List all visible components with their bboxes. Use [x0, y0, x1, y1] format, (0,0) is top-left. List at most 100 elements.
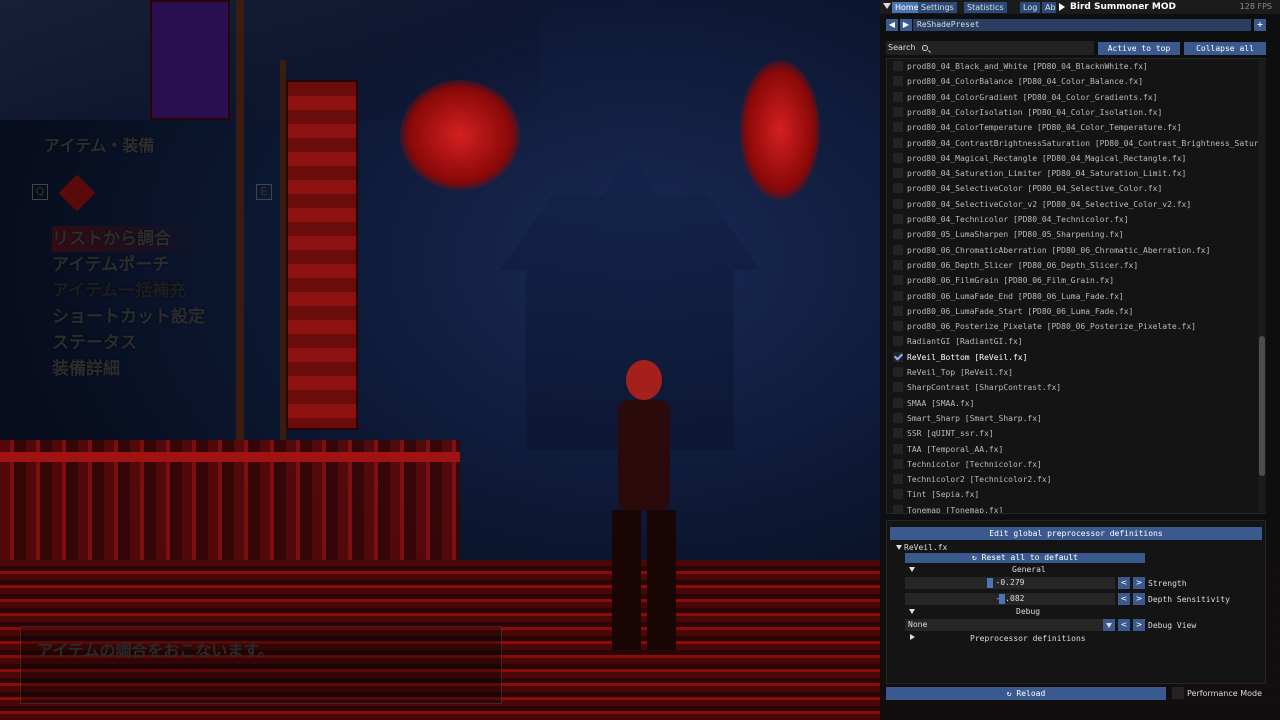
effect-row[interactable]: Technicolor2 [Technicolor2.fx]: [887, 472, 1259, 487]
effect-row[interactable]: prod80_04_ColorGradient [PD80_04_Color_G…: [887, 90, 1259, 105]
debug-view-prev-button[interactable]: <: [1118, 619, 1130, 631]
effect-row[interactable]: prod80_06_Posterize_Pixelate [PD80_06_Po…: [887, 319, 1259, 334]
checkbox[interactable]: [893, 229, 903, 240]
tab-log[interactable]: Log: [1020, 2, 1041, 13]
expand-triangle-icon[interactable]: [909, 567, 915, 572]
reset-all-button[interactable]: ↻ Reset all to default: [905, 553, 1145, 563]
category-general[interactable]: General: [1012, 565, 1046, 574]
effect-name-header[interactable]: ReVeil.fx: [904, 543, 947, 552]
game-menu-item[interactable]: リストから調合: [52, 226, 205, 252]
checkbox[interactable]: [893, 122, 903, 133]
checkbox[interactable]: [893, 198, 903, 209]
checkbox[interactable]: [893, 397, 903, 408]
effect-row[interactable]: prod80_04_SelectiveColor_v2 [PD80_04_Sel…: [887, 197, 1259, 212]
checkbox[interactable]: [893, 168, 903, 179]
checkbox[interactable]: [893, 152, 903, 163]
category-debug[interactable]: Debug: [1016, 607, 1040, 616]
effect-row[interactable]: RadiantGI [RadiantGI.fx]: [887, 334, 1259, 349]
add-preset-button[interactable]: +: [1254, 19, 1266, 31]
preset-selector[interactable]: ReShadePreset: [913, 19, 1251, 31]
effect-row[interactable]: prod80_04_ColorBalance [PD80_04_Color_Ba…: [887, 74, 1259, 89]
depth-increase-button[interactable]: >: [1133, 593, 1145, 605]
checkbox[interactable]: [893, 259, 903, 270]
checkbox[interactable]: [893, 275, 903, 286]
performance-mode-checkbox[interactable]: [1172, 687, 1184, 699]
effect-row[interactable]: prod80_06_LumaFade_Start [PD80_06_Luma_F…: [887, 304, 1259, 319]
checkbox[interactable]: [893, 443, 903, 454]
expand-triangle-icon[interactable]: [896, 545, 902, 550]
depth-decrease-button[interactable]: <: [1118, 593, 1130, 605]
effect-row[interactable]: prod80_04_ColorIsolation [PD80_04_Color_…: [887, 105, 1259, 120]
effect-row[interactable]: ReVeil_Bottom [ReVeil.fx]: [887, 350, 1259, 365]
checkbox[interactable]: [893, 214, 903, 224]
key-e-icon[interactable]: E: [256, 184, 272, 200]
effect-row[interactable]: SSR [qUINT_ssr.fx]: [887, 426, 1259, 441]
collapse-triangle-icon[interactable]: [883, 3, 891, 9]
checkbox[interactable]: [893, 91, 903, 102]
tab-about[interactable]: About: [1042, 2, 1056, 13]
checkbox[interactable]: [893, 244, 903, 255]
game-menu-item[interactable]: 装備詳細: [52, 356, 205, 382]
debug-view-dropdown-button[interactable]: [1103, 619, 1115, 631]
item-pouch-icon[interactable]: [58, 174, 96, 212]
checkbox[interactable]: [893, 489, 903, 500]
checkbox[interactable]: [893, 305, 903, 316]
checkbox[interactable]: [893, 504, 903, 513]
effect-row[interactable]: prod80_06_LumaFade_End [PD80_06_Luma_Fad…: [887, 289, 1259, 304]
mod-window-title[interactable]: Bird Summoner MOD: [1056, 0, 1180, 14]
active-to-top-button[interactable]: Active to top: [1098, 42, 1180, 55]
next-preset-button[interactable]: ▶: [900, 19, 912, 31]
checkbox[interactable]: [893, 290, 903, 301]
effect-row[interactable]: ReVeil_Top [ReVeil.fx]: [887, 365, 1259, 380]
slider-grab[interactable]: [998, 594, 1005, 604]
effect-row[interactable]: SMAA [SMAA.fx]: [887, 396, 1259, 411]
checkbox[interactable]: [893, 382, 903, 393]
preprocessor-definitions-header[interactable]: Preprocessor definitions: [970, 634, 1086, 643]
debug-view-select[interactable]: None: [905, 619, 1115, 631]
effect-row[interactable]: TAA [Temporal_AA.fx]: [887, 442, 1259, 457]
tab-settings[interactable]: Settings: [918, 2, 957, 13]
checkbox[interactable]: [893, 474, 903, 485]
slider-grab[interactable]: [986, 578, 993, 588]
effect-row[interactable]: prod80_05_LumaSharpen [PD80_05_Sharpenin…: [887, 227, 1259, 242]
strength-slider[interactable]: -0.279: [905, 577, 1115, 589]
checkbox[interactable]: [893, 321, 903, 332]
effect-row[interactable]: Tonemap [Tonemap.fx]: [887, 503, 1259, 513]
checkbox[interactable]: [893, 458, 903, 469]
effect-row[interactable]: prod80_04_ColorTemperature [PD80_04_Colo…: [887, 120, 1259, 135]
strength-increase-button[interactable]: >: [1133, 577, 1145, 589]
strength-decrease-button[interactable]: <: [1118, 577, 1130, 589]
effect-row[interactable]: Smart_Sharp [Smart_Sharp.fx]: [887, 411, 1259, 426]
effect-row[interactable]: prod80_04_Saturation_Limiter [PD80_04_Sa…: [887, 166, 1259, 181]
game-menu-item[interactable]: アイテムポーチ: [52, 252, 205, 278]
checkbox[interactable]: [893, 367, 903, 377]
scrollbar-thumb[interactable]: [1259, 336, 1265, 476]
effect-row[interactable]: prod80_04_Magical_Rectangle [PD80_04_Mag…: [887, 151, 1259, 166]
effect-row[interactable]: prod80_04_ContrastBrightnessSaturation […: [887, 136, 1265, 151]
expand-triangle-icon[interactable]: [909, 609, 915, 614]
key-q-icon[interactable]: Q: [32, 184, 48, 200]
checkbox-checked-icon[interactable]: [893, 351, 903, 362]
checkbox[interactable]: [893, 61, 903, 71]
tab-statistics[interactable]: Statistics: [964, 2, 1007, 13]
effect-row[interactable]: prod80_06_FilmGrain [PD80_06_Film_Grain.…: [887, 273, 1259, 288]
search-input[interactable]: [886, 41, 1094, 55]
debug-view-next-button[interactable]: >: [1133, 619, 1145, 631]
reload-button[interactable]: ↻ Reload: [886, 687, 1166, 700]
checkbox[interactable]: [893, 137, 903, 148]
effect-row[interactable]: prod80_04_Technicolor [PD80_04_Technicol…: [887, 212, 1259, 227]
collapse-all-button[interactable]: Collapse all: [1184, 42, 1266, 55]
checkbox[interactable]: [893, 106, 903, 117]
checkbox[interactable]: [893, 428, 903, 439]
checkbox[interactable]: [893, 183, 903, 194]
prev-preset-button[interactable]: ◀: [886, 19, 898, 31]
game-menu-item[interactable]: ステータス: [52, 330, 205, 356]
effect-row[interactable]: prod80_04_Black_and_White [PD80_04_Black…: [887, 59, 1259, 74]
effect-row[interactable]: prod80_04_SelectiveColor [PD80_04_Select…: [887, 181, 1259, 196]
depth-sensitivity-slider[interactable]: -0.082: [905, 593, 1115, 605]
checkbox[interactable]: [893, 412, 903, 423]
effect-row[interactable]: prod80_06_Depth_Slicer [PD80_06_Depth_Sl…: [887, 258, 1259, 273]
effect-row[interactable]: SharpContrast [SharpContrast.fx]: [887, 380, 1259, 395]
edit-global-preprocessor-button[interactable]: Edit global preprocessor definitions: [890, 527, 1262, 540]
checkbox[interactable]: [893, 76, 903, 87]
